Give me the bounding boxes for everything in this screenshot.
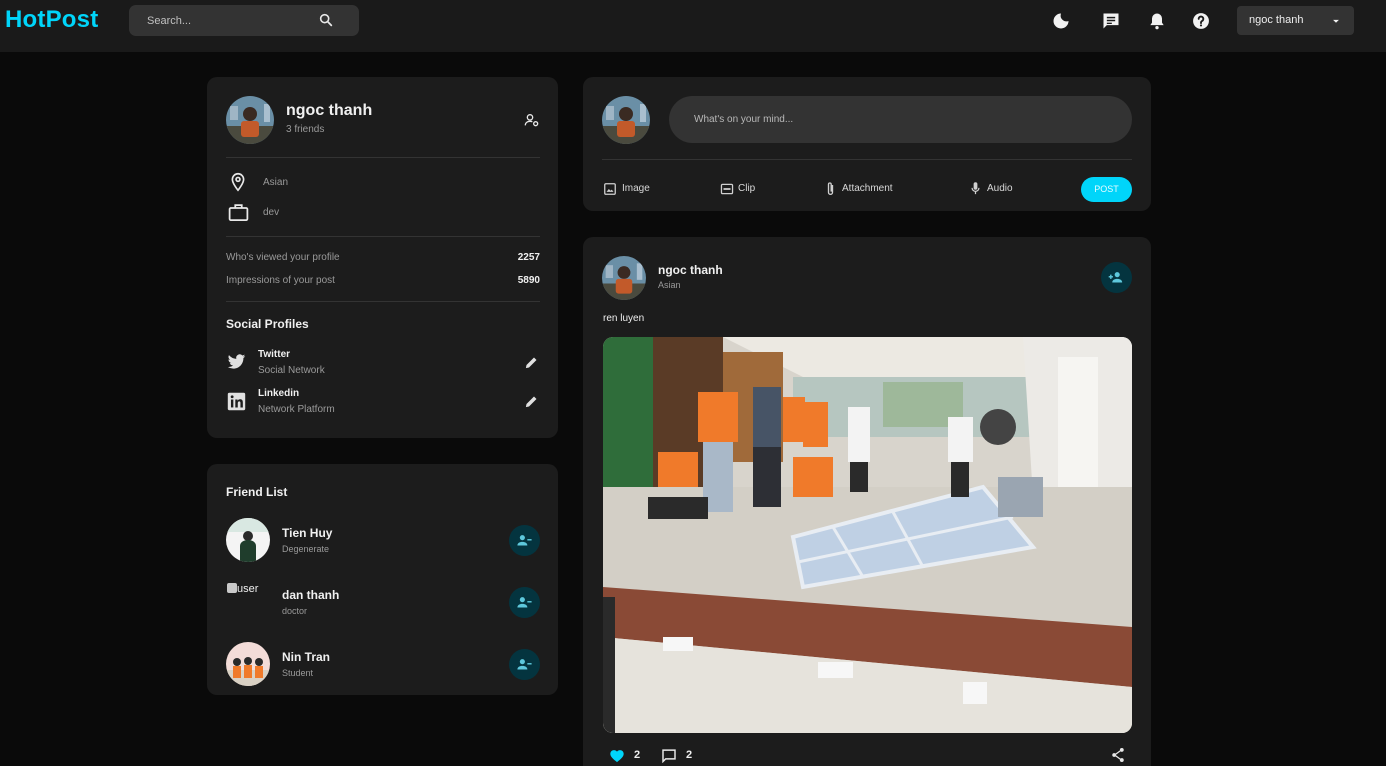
user-menu-select[interactable]: ngoc thanh	[1237, 6, 1354, 35]
composer-action-label: Image	[622, 183, 650, 194]
location-pin-icon	[231, 172, 245, 192]
friend-name[interactable]: Tien Huy	[282, 526, 332, 540]
post-image[interactable]	[603, 337, 1132, 733]
post-caption: ren luyen	[603, 313, 645, 324]
microphone-icon	[971, 182, 980, 195]
friend-subtitle: doctor	[282, 606, 308, 616]
divider	[226, 157, 540, 158]
social-profiles-title: Social Profiles	[226, 317, 309, 331]
add-friend-button[interactable]	[1101, 262, 1132, 293]
post-button[interactable]: POST	[1081, 177, 1132, 202]
friend-list-title: Friend List	[226, 485, 288, 499]
edit-pencil-icon[interactable]	[524, 394, 539, 409]
social-twitter-sub: Social Network	[258, 365, 325, 376]
friend-name[interactable]: dan thanh	[282, 588, 339, 602]
composer-avatar	[602, 96, 650, 144]
caret-down-icon	[1333, 19, 1339, 23]
post-author-name[interactable]: ngoc thanh	[658, 263, 723, 277]
composer-action-label: Clip	[738, 183, 756, 194]
search-box	[129, 5, 359, 36]
like-count: 2	[634, 749, 641, 761]
person-add-icon	[1108, 272, 1123, 283]
search-icon[interactable]	[318, 12, 334, 28]
post-author-avatar[interactable]	[602, 256, 646, 300]
profile-avatar[interactable]	[226, 96, 274, 144]
friend-avatar[interactable]	[226, 518, 270, 562]
profile-name[interactable]: ngoc thanh	[286, 102, 372, 120]
friend-subtitle: Student	[282, 668, 314, 678]
dark-mode-icon[interactable]	[1051, 11, 1071, 31]
remove-friend-button[interactable]	[509, 649, 540, 680]
heart-icon[interactable]	[609, 748, 625, 763]
social-linkedin-sub: Network Platform	[258, 404, 335, 415]
edit-pencil-icon[interactable]	[524, 355, 539, 370]
image-icon	[604, 183, 616, 195]
remove-friend-button[interactable]	[509, 587, 540, 618]
friend-name[interactable]: Nin Tran	[282, 650, 330, 664]
message-icon[interactable]	[1101, 11, 1121, 31]
stat-profile-views-label: Who's viewed your profile	[226, 252, 340, 263]
person-remove-icon	[517, 597, 532, 608]
gif-icon	[720, 183, 734, 195]
profile-location: Asian	[263, 177, 289, 188]
broken-image-icon	[227, 583, 237, 593]
friend-avatar-alt-text: user	[237, 583, 259, 595]
divider	[602, 159, 1132, 160]
composer-input[interactable]	[694, 110, 1094, 129]
comment-count: 2	[686, 749, 693, 761]
search-input[interactable]	[147, 11, 317, 30]
stat-profile-views-value: 2257	[517, 252, 540, 263]
bell-icon[interactable]	[1147, 11, 1167, 31]
twitter-icon	[227, 354, 246, 369]
composer-action-label: Audio	[987, 183, 1013, 194]
person-remove-icon	[517, 535, 532, 546]
divider	[226, 301, 540, 302]
person-remove-icon	[517, 659, 532, 670]
divider	[226, 236, 540, 237]
profile-occupation: dev	[263, 207, 280, 218]
share-icon[interactable]	[1111, 747, 1125, 763]
friend-avatar[interactable]	[226, 642, 270, 686]
post-author-location: Asian	[658, 280, 681, 290]
stat-impressions-label: Impressions of your post	[226, 275, 335, 286]
briefcase-icon	[228, 204, 249, 221]
social-twitter-name: Twitter	[258, 349, 291, 360]
help-icon[interactable]	[1191, 11, 1211, 31]
app-logo[interactable]: HotPost	[5, 6, 98, 34]
remove-friend-button[interactable]	[509, 525, 540, 556]
composer-input-box	[669, 96, 1132, 143]
friend-subtitle: Degenerate	[282, 544, 330, 554]
paperclip-icon	[827, 182, 834, 195]
user-menu-name: ngoc thanh	[1249, 14, 1304, 26]
social-linkedin-name: Linkedin	[258, 388, 300, 399]
composer-action-label: Attachment	[842, 183, 893, 194]
top-navigation-bar: HotPost ngoc thanh	[0, 0, 1386, 52]
friend-avatar-broken-image[interactable]: user	[227, 583, 258, 595]
stat-impressions-value: 5890	[517, 275, 540, 286]
linkedin-icon	[227, 392, 246, 411]
profile-friend-count: 3 friends	[286, 124, 325, 135]
manage-account-icon[interactable]	[524, 112, 540, 128]
comment-icon[interactable]	[661, 748, 677, 763]
